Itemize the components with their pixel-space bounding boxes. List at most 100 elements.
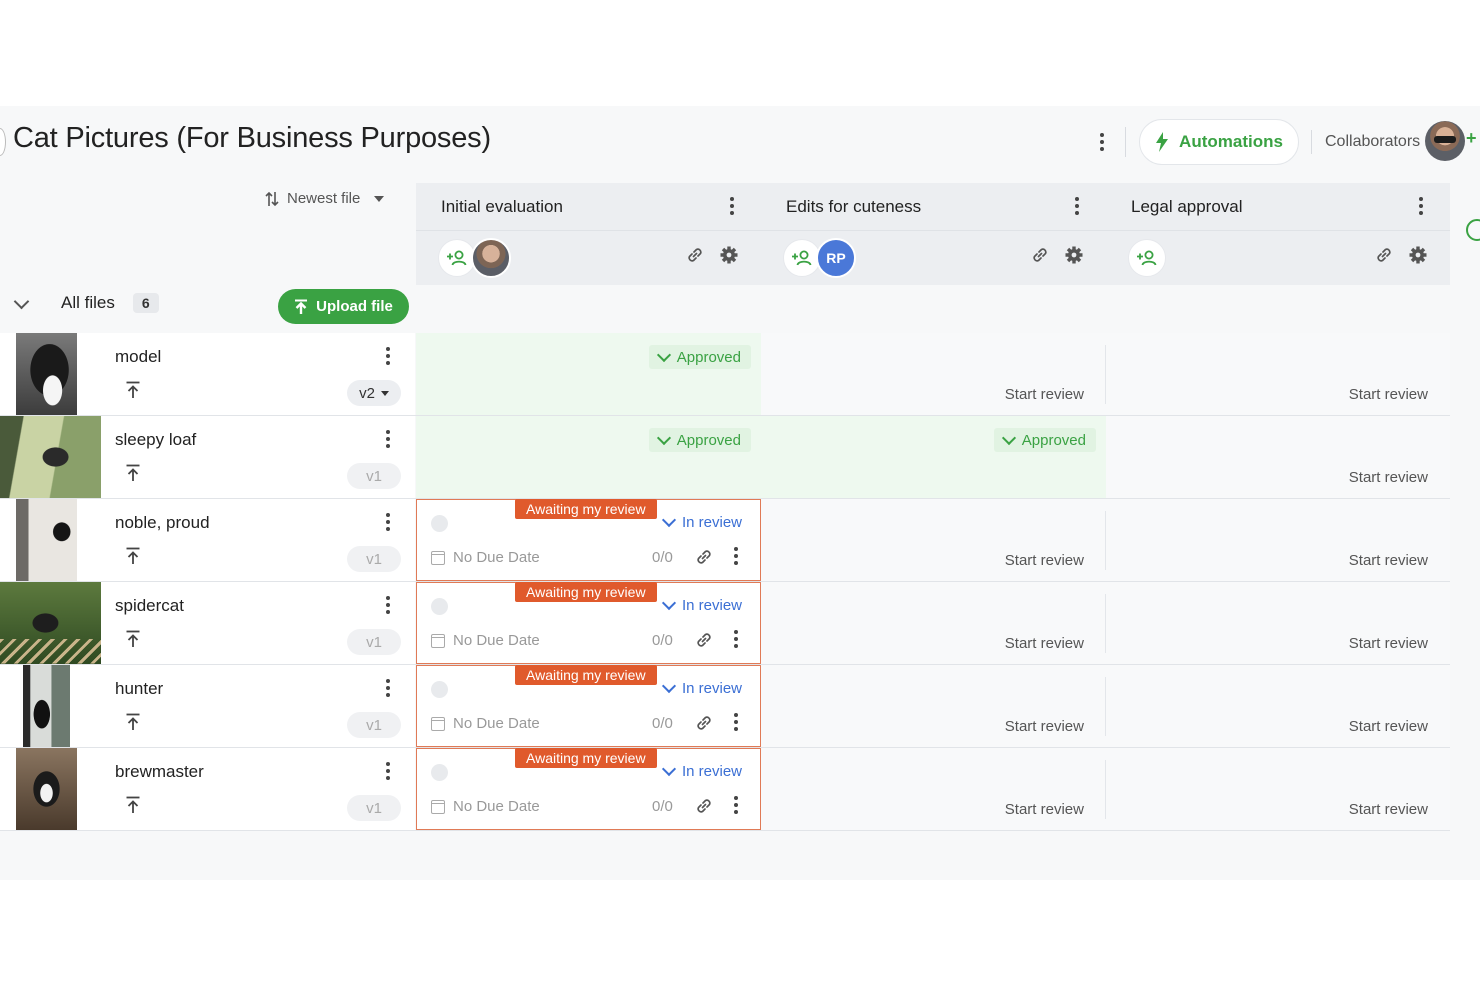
link-icon[interactable] [694,630,714,650]
due-date-button[interactable]: No Due Date [431,632,540,649]
start-review-link[interactable]: Start review [1349,718,1428,735]
add-reviewer-button[interactable] [1128,239,1166,277]
file-thumbnail[interactable] [0,582,105,664]
file-cell[interactable]: model v2 [105,333,415,415]
stage-cell[interactable]: Start review [761,333,1106,415]
start-review-link[interactable]: Start review [1349,552,1428,569]
approved-status[interactable]: Approved [648,428,751,452]
stage-cell-in-review[interactable]: Awaiting my review In review No Due Date… [416,582,761,664]
all-files-toggle[interactable]: All files 6 [13,293,159,313]
collaborator-avatar[interactable] [1425,121,1465,161]
cell-more-icon[interactable] [731,711,741,733]
upload-version-icon[interactable] [125,630,141,648]
link-icon[interactable] [1374,245,1394,265]
file-more-icon[interactable] [383,511,393,533]
due-date-button[interactable]: No Due Date [431,798,540,815]
stage-cell[interactable]: Start review [761,665,1106,747]
gear-icon[interactable] [719,245,739,265]
start-review-link[interactable]: Start review [1349,801,1428,818]
version-dropdown[interactable]: v2 [347,380,401,406]
cell-more-icon[interactable] [731,794,741,816]
complete-checkbox[interactable] [431,681,448,698]
complete-checkbox[interactable] [431,764,448,781]
file-more-icon[interactable] [383,428,393,450]
complete-checkbox[interactable] [431,598,448,615]
start-review-link[interactable]: Start review [1005,552,1084,569]
stage-cell[interactable]: Start review [1106,582,1450,664]
upload-version-icon[interactable] [125,381,141,399]
stage-cell[interactable]: Approved [761,416,1106,498]
approved-status[interactable]: Approved [993,428,1096,452]
file-cell[interactable]: brewmaster v1 [105,748,415,830]
stage-cell[interactable]: Start review [761,582,1106,664]
file-more-icon[interactable] [383,594,393,616]
complete-checkbox[interactable] [431,515,448,532]
start-review-link[interactable]: Start review [1005,718,1084,735]
version-pill[interactable]: v1 [347,463,401,489]
in-review-status[interactable]: In review [661,512,742,531]
file-thumbnail[interactable] [0,748,105,830]
file-thumbnail[interactable] [0,499,105,581]
link-icon[interactable] [1030,245,1050,265]
version-pill[interactable]: v1 [347,795,401,821]
due-date-button[interactable]: No Due Date [431,715,540,732]
version-pill[interactable]: v1 [347,546,401,572]
reviewer-avatar[interactable]: RP [816,238,856,278]
link-icon[interactable] [685,245,705,265]
file-more-icon[interactable] [383,677,393,699]
stage-cell[interactable]: Start review [1106,333,1450,415]
in-review-status[interactable]: In review [661,678,742,697]
reviewer-avatar[interactable] [471,238,511,278]
start-review-link[interactable]: Start review [1349,386,1428,403]
version-pill[interactable]: v1 [347,712,401,738]
upload-version-icon[interactable] [125,547,141,565]
stage-more-icon[interactable] [1072,195,1082,217]
file-more-icon[interactable] [383,760,393,782]
stage-cell[interactable]: Start review [1106,665,1450,747]
stage-cell[interactable]: Start review [1106,499,1450,581]
gear-icon[interactable] [1408,245,1428,265]
cell-more-icon[interactable] [731,545,741,567]
link-icon[interactable] [694,796,714,816]
stage-cell[interactable]: Approved [416,416,761,498]
start-review-link[interactable]: Start review [1349,469,1428,486]
stage-cell[interactable]: Approved [416,333,761,415]
in-review-status[interactable]: In review [661,761,742,780]
stage-cell-in-review[interactable]: Awaiting my review In review No Due Date… [416,665,761,747]
link-icon[interactable] [694,713,714,733]
stage-cell[interactable]: Start review [761,748,1106,830]
stage-cell[interactable]: Start review [761,499,1106,581]
file-cell[interactable]: sleepy loaf v1 [105,416,415,498]
stage-cell[interactable]: Start review [1106,748,1450,830]
file-thumbnail[interactable] [0,333,105,415]
file-thumbnail[interactable] [0,665,105,747]
automations-button[interactable]: Automations [1139,119,1299,165]
upload-file-button[interactable]: Upload file [278,289,409,324]
upload-version-icon[interactable] [125,464,141,482]
upload-version-icon[interactable] [125,796,141,814]
in-review-status[interactable]: In review [661,595,742,614]
file-cell[interactable]: spidercat v1 [105,582,415,664]
start-review-link[interactable]: Start review [1005,635,1084,652]
file-cell[interactable]: noble, proud v1 [105,499,415,581]
stage-cell-in-review[interactable]: Awaiting my review In review No Due Date… [416,748,761,830]
file-thumbnail[interactable] [0,416,105,498]
stage-cell-in-review[interactable]: Awaiting my review In review No Due Date… [416,499,761,581]
approved-status[interactable]: Approved [648,345,751,369]
sort-dropdown[interactable]: Newest file [265,190,385,207]
header-more-icon[interactable] [1097,131,1107,153]
invite-collaborator-icon[interactable]: + [1466,128,1477,149]
stage-cell[interactable]: Start review [1106,416,1450,498]
stage-more-icon[interactable] [1416,195,1426,217]
cell-more-icon[interactable] [731,628,741,650]
file-cell[interactable]: hunter v1 [105,665,415,747]
file-more-icon[interactable] [383,345,393,367]
link-icon[interactable] [694,547,714,567]
stage-more-icon[interactable] [727,195,737,217]
due-date-button[interactable]: No Due Date [431,549,540,566]
start-review-link[interactable]: Start review [1005,801,1084,818]
gear-icon[interactable] [1064,245,1084,265]
start-review-link[interactable]: Start review [1005,386,1084,403]
upload-version-icon[interactable] [125,713,141,731]
version-pill[interactable]: v1 [347,629,401,655]
